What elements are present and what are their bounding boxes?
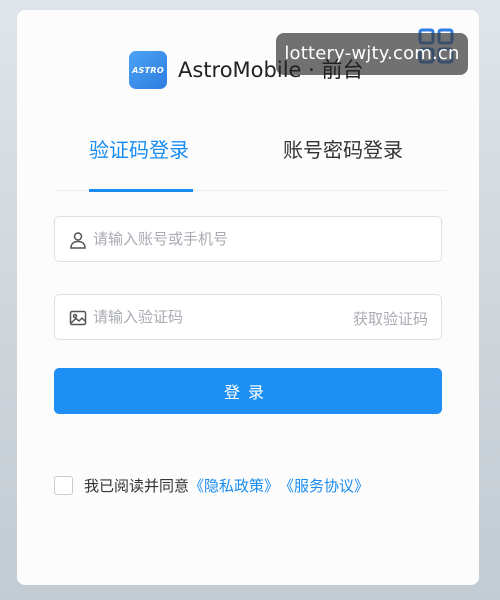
tab-sms-login[interactable]: 验证码登录 [89, 135, 189, 165]
code-field[interactable]: 获取验证码 [54, 294, 442, 340]
service-agreement-link[interactable]: 《服务协议》 [279, 475, 369, 496]
account-input[interactable] [93, 225, 353, 253]
app-logo: ASTRO [129, 51, 167, 89]
active-tab-indicator [89, 189, 193, 192]
code-input[interactable] [93, 303, 353, 331]
tab-password-login[interactable]: 账号密码登录 [283, 135, 403, 165]
login-button[interactable]: 登录 [54, 368, 442, 414]
user-icon [70, 232, 86, 249]
brand-title: AstroMobile · 前台 [178, 58, 364, 82]
agreement-text: 我已阅读并同意 [84, 476, 190, 495]
image-icon [69, 310, 87, 326]
account-field[interactable] [54, 216, 442, 262]
get-code-button[interactable]: 获取验证码 [353, 308, 428, 329]
privacy-policy-link[interactable]: 《隐私政策》 [189, 475, 279, 496]
agreement-row: 我已阅读并同意 《隐私政策》 《服务协议》 [54, 474, 369, 496]
agree-checkbox[interactable] [54, 475, 73, 495]
